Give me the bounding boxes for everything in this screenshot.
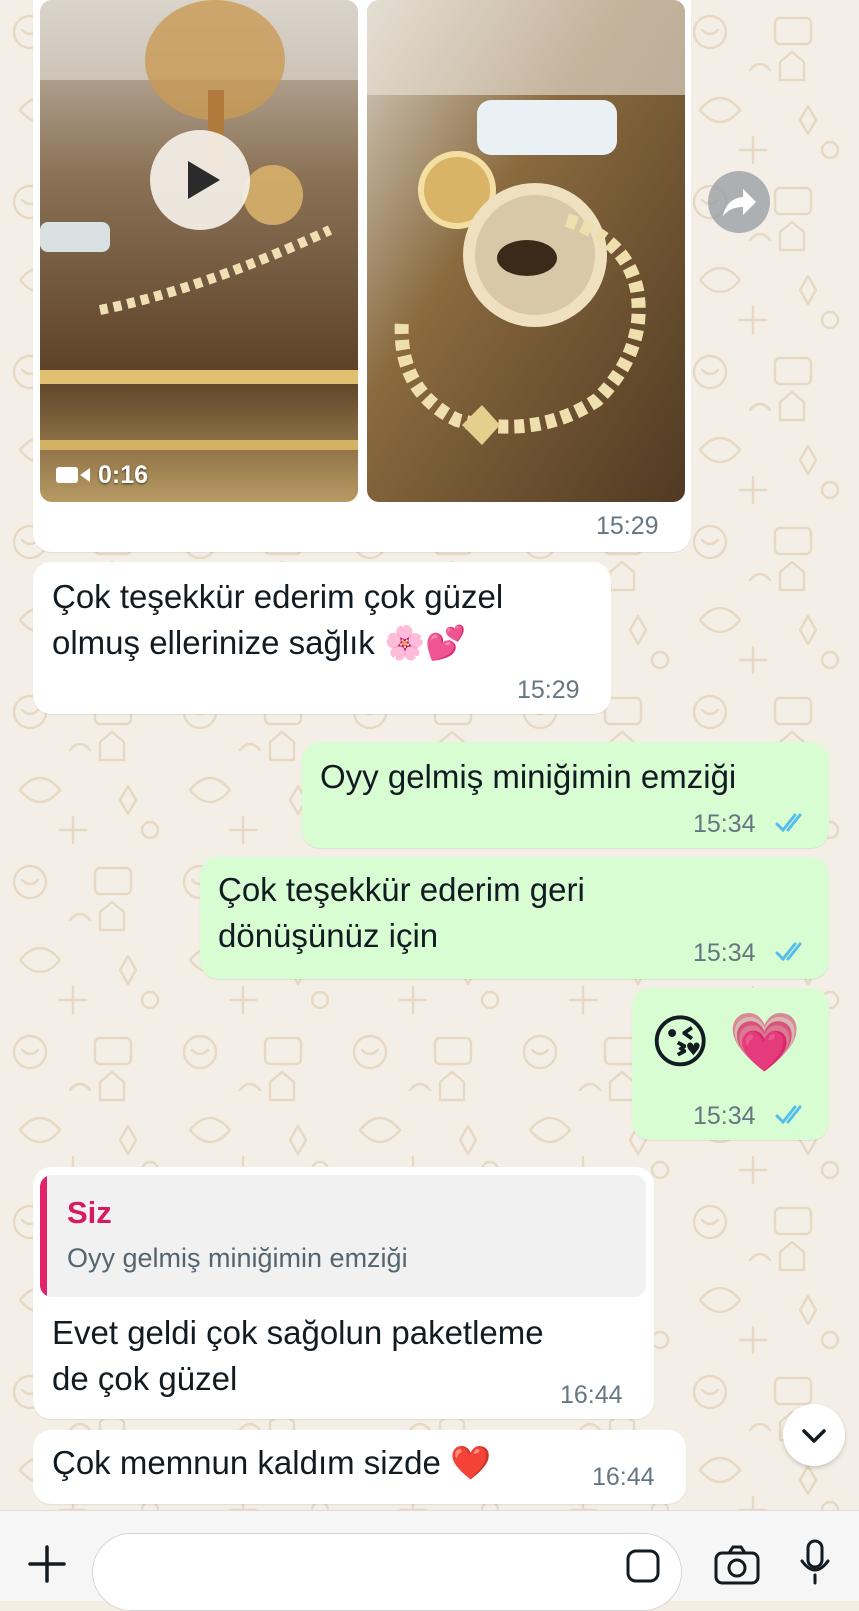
microphone-icon[interactable] (795, 1537, 835, 1587)
message-timestamp: 16:44 (560, 1381, 623, 1409)
message-text: Çok teşekkür ederim çok güzel olmuş elle… (52, 578, 504, 661)
read-receipt-icon (775, 1105, 802, 1125)
quote-text: Oyy gelmiş miniğimin emziği (67, 1243, 408, 1273)
camera-icon[interactable] (712, 1541, 762, 1591)
forward-icon (723, 189, 756, 216)
message-timestamp: 15:34 (693, 939, 756, 967)
emoji-message: 😘 💗 (650, 1008, 802, 1076)
quote-accent-bar (40, 1175, 47, 1297)
quoted-message[interactable]: Siz Oyy gelmiş miniğimin emziği (40, 1175, 646, 1297)
message-timestamp: 15:29 (517, 676, 580, 704)
album-timestamp: 15:29 (596, 512, 659, 540)
video-duration: 0:16 (98, 460, 149, 489)
message-text: Oyy gelmiş miniğimin emziği (320, 758, 737, 795)
quote-author: Siz (67, 1195, 112, 1230)
message-input[interactable] (92, 1533, 682, 1611)
message-text: Çok memnun kaldım sizde ❤️ (52, 1444, 492, 1481)
sticker-icon[interactable] (623, 1546, 663, 1586)
video-camera-icon (56, 467, 90, 483)
plus-icon[interactable] (22, 1539, 72, 1589)
video-duration-badge: 0:16 (56, 458, 148, 492)
message-timestamp: 15:34 (693, 1102, 756, 1130)
video-thumbnail[interactable]: 0:16 (40, 0, 358, 502)
chevron-down-icon (802, 1429, 826, 1443)
video-thumbnail-image (40, 0, 358, 502)
scroll-to-bottom-button[interactable] (783, 1404, 845, 1466)
message-timestamp: 15:34 (693, 810, 756, 838)
play-icon (188, 161, 220, 199)
play-button[interactable] (150, 130, 250, 230)
photo-thumbnail-image (367, 0, 685, 502)
photo-thumbnail[interactable] (367, 0, 685, 502)
message-text: Çok teşekkür ederim geri dönüşünüz için (218, 871, 585, 954)
message-timestamp: 16:44 (592, 1463, 655, 1491)
read-receipt-icon (775, 813, 802, 833)
forward-button[interactable] (708, 171, 770, 233)
read-receipt-icon (775, 942, 802, 962)
message-text: Evet geldi çok sağolun paketleme de çok … (52, 1314, 544, 1397)
compose-bar (0, 1510, 859, 1611)
